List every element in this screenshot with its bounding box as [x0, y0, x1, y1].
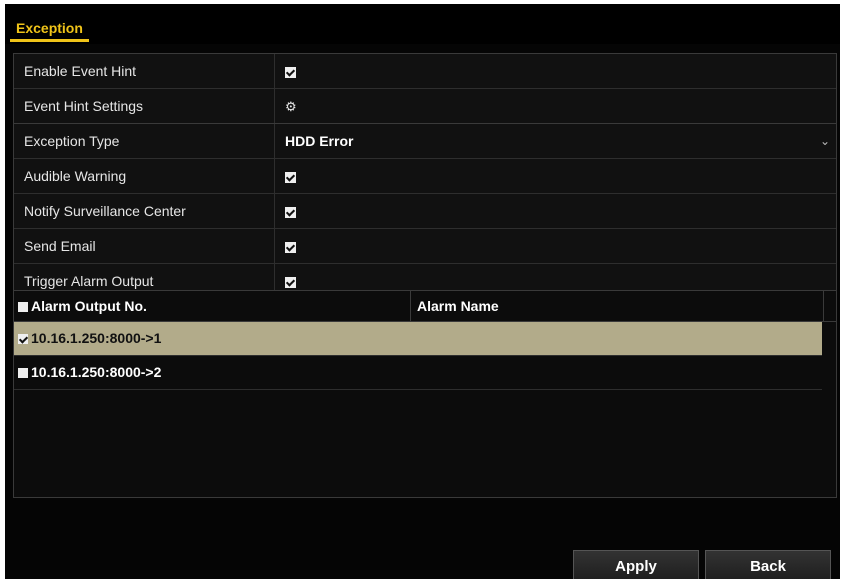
alarm-name-cell: [410, 356, 822, 389]
gear-icon[interactable]: ⚙: [285, 90, 297, 124]
title-bar: Exception: [5, 4, 840, 44]
enable-event-hint-checkbox[interactable]: [285, 66, 296, 78]
table-row[interactable]: 10.16.1.250:8000->1: [14, 322, 822, 356]
audible-warning-checkbox[interactable]: [285, 171, 296, 183]
back-button[interactable]: Back: [705, 550, 831, 579]
enable-event-hint-label: Enable Event Hint: [14, 54, 275, 88]
alarm-output-table: Alarm Output No. Alarm Name 10.16.1.250:…: [13, 290, 837, 498]
row-checkbox[interactable]: [18, 334, 28, 345]
exception-type-value: HDD Error: [285, 133, 354, 149]
exception-section: Exception Type HDD Error ⌄ Audible Warni…: [13, 123, 837, 299]
exception-type-label: Exception Type: [14, 124, 275, 158]
tab-exception[interactable]: Exception: [10, 17, 89, 42]
event-hint-settings-row: Event Hint Settings ⚙: [14, 89, 836, 123]
chevron-down-icon[interactable]: ⌄: [820, 124, 830, 158]
table-row[interactable]: 10.16.1.250:8000->2: [14, 356, 822, 390]
audible-warning-label: Audible Warning: [14, 159, 275, 193]
alarm-output-cell: 10.16.1.250:8000->2: [14, 356, 410, 389]
alarm-output-cell: 10.16.1.250:8000->1: [14, 322, 410, 355]
apply-button[interactable]: Apply: [573, 550, 699, 579]
column-header-alarm-name: Alarm Name: [411, 291, 824, 321]
trigger-alarm-checkbox[interactable]: [285, 276, 296, 288]
header-scroll-spacer: [824, 291, 836, 321]
exception-type-select[interactable]: HDD Error ⌄: [275, 124, 836, 158]
notify-center-row: Notify Surveillance Center: [14, 194, 836, 229]
send-email-label: Send Email: [14, 229, 275, 263]
notify-center-checkbox[interactable]: [285, 206, 296, 218]
notify-center-label: Notify Surveillance Center: [14, 194, 275, 228]
exception-window: Exception Enable Event Hint Event Hint S…: [5, 4, 840, 579]
select-all-checkbox[interactable]: [18, 302, 28, 313]
row-checkbox[interactable]: [18, 368, 28, 379]
enable-event-hint-row: Enable Event Hint: [14, 54, 836, 89]
send-email-checkbox[interactable]: [285, 241, 296, 253]
event-hint-section: Enable Event Hint Event Hint Settings ⚙: [13, 53, 837, 124]
column-header-alarm-output-no: Alarm Output No.: [14, 291, 411, 321]
exception-type-row: Exception Type HDD Error ⌄: [14, 124, 836, 159]
alarm-name-cell: [410, 322, 822, 355]
audible-warning-row: Audible Warning: [14, 159, 836, 194]
table-header: Alarm Output No. Alarm Name: [14, 291, 836, 322]
send-email-row: Send Email: [14, 229, 836, 264]
event-hint-settings-label: Event Hint Settings: [14, 89, 275, 123]
